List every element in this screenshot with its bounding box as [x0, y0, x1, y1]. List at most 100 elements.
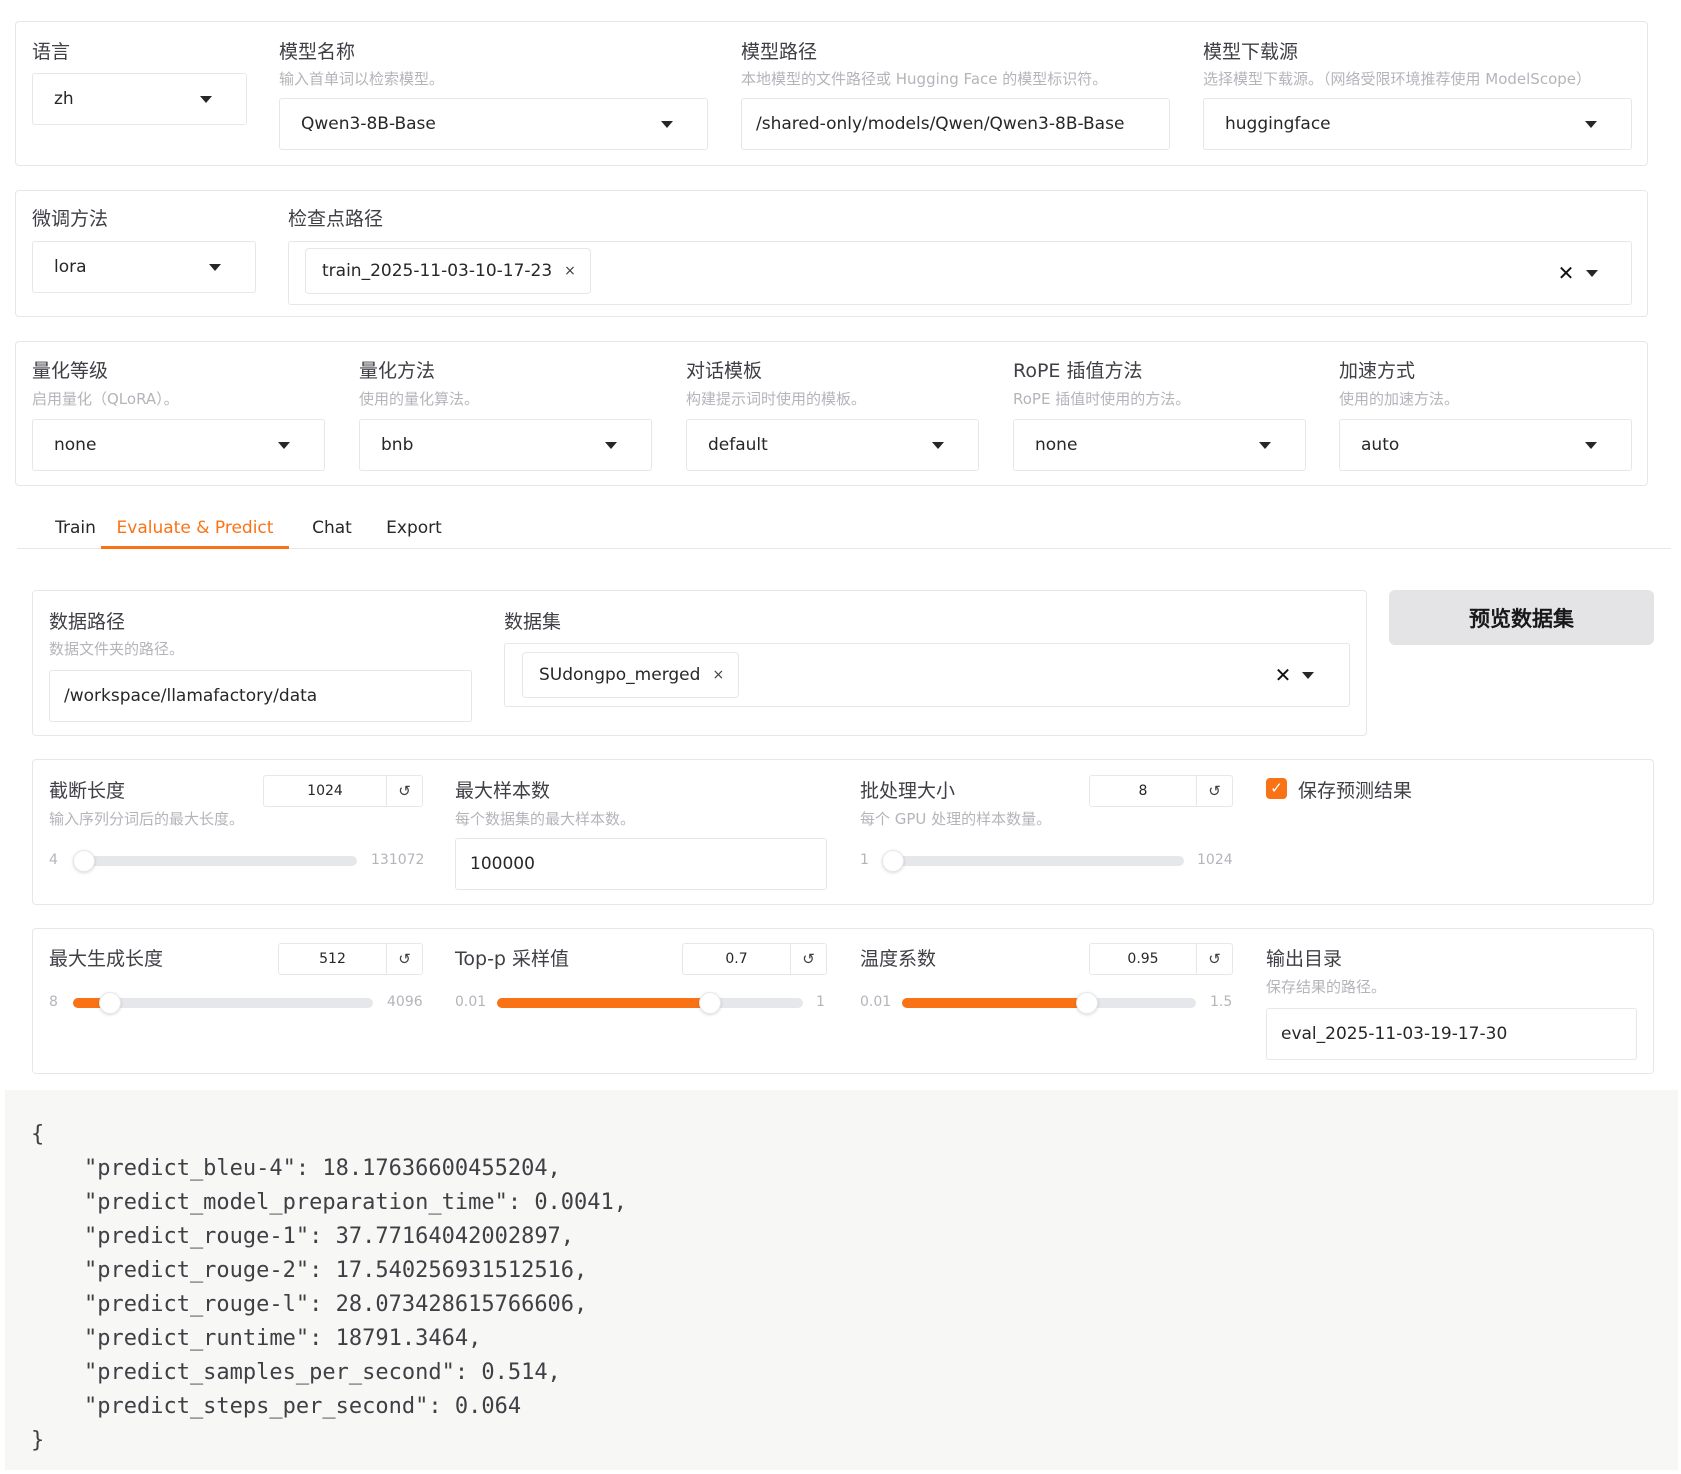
chevron-down-icon — [278, 442, 290, 449]
model-path-label: 模型路径 — [741, 41, 818, 63]
chip-remove-icon[interactable]: × — [564, 263, 576, 279]
reset-icon[interactable]: ↺ — [1196, 776, 1232, 806]
hub-info: 选择模型下载源。（网络受限环境推荐使用 ModelScope） — [1203, 70, 1592, 88]
chevron-down-icon[interactable] — [1586, 270, 1598, 277]
slider-thumb[interactable] — [98, 992, 121, 1014]
chevron-down-icon — [209, 264, 221, 271]
model-name-info: 输入首单词以检索模型。 — [279, 70, 445, 88]
batch-size-value[interactable]: 8 — [1090, 776, 1196, 806]
max-new-tokens-number: 512 ↺ — [278, 943, 423, 975]
rope-value: none — [1035, 435, 1078, 455]
checkpoint-chip-label: train_2025-11-03-10-17-23 — [322, 261, 553, 281]
slider-thumb[interactable] — [882, 850, 904, 872]
checkpoint-chip[interactable]: train_2025-11-03-10-17-23 × — [305, 248, 591, 294]
max-new-tokens-max: 4096 — [387, 994, 423, 1010]
chevron-down-icon — [661, 121, 673, 128]
quant-method-info: 使用的量化算法。 — [359, 390, 480, 408]
model-path-info: 本地模型的文件路径或 Hugging Face 的模型标识符。 — [741, 70, 1108, 88]
language-dropdown[interactable]: zh — [32, 73, 247, 125]
quant-bit-info: 启用量化（QLoRA）。 — [32, 390, 179, 408]
output-dir-input[interactable]: eval_2025-11-03-19-17-30 — [1266, 1008, 1637, 1060]
booster-label: 加速方式 — [1339, 360, 1416, 382]
temperature-min: 0.01 — [860, 994, 892, 1010]
language-label: 语言 — [32, 41, 71, 63]
top-p-value[interactable]: 0.7 — [683, 944, 790, 974]
cutoff-len-info: 输入序列分词后的最大长度。 — [49, 810, 245, 828]
clear-icon[interactable]: ✕ — [1553, 260, 1579, 286]
language-value: zh — [54, 89, 74, 109]
hub-dropdown[interactable]: huggingface — [1203, 98, 1632, 150]
finetune-method-value: lora — [54, 257, 87, 277]
finetune-method-dropdown[interactable]: lora — [32, 241, 256, 293]
max-samples-label: 最大样本数 — [455, 780, 551, 802]
temperature-label: 温度系数 — [860, 948, 937, 970]
batch-size-info: 每个 GPU 处理的样本数量。 — [860, 810, 1052, 828]
top-p-slider[interactable] — [497, 992, 803, 1014]
preview-dataset-button[interactable]: 预览数据集 — [1389, 590, 1654, 645]
batch-size-number: 8 ↺ — [1089, 775, 1233, 807]
reset-icon[interactable]: ↺ — [1196, 944, 1232, 974]
top-p-label: Top-p 采样值 — [455, 948, 570, 970]
reset-icon[interactable]: ↺ — [790, 944, 826, 974]
hub-value: huggingface — [1225, 114, 1331, 134]
quant-bit-dropdown[interactable]: none — [32, 419, 325, 471]
tab-export[interactable]: Export — [383, 500, 445, 549]
hub-label: 模型下载源 — [1203, 41, 1299, 63]
template-value: default — [708, 435, 768, 455]
batch-size-min: 1 — [860, 852, 869, 868]
temperature-value[interactable]: 0.95 — [1090, 944, 1196, 974]
temperature-number: 0.95 ↺ — [1089, 943, 1233, 975]
top-p-min: 0.01 — [455, 994, 487, 1010]
booster-value: auto — [1361, 435, 1400, 455]
rope-dropdown[interactable]: none — [1013, 419, 1306, 471]
model-path-input[interactable]: /shared-only/models/Qwen/Qwen3-8B-Base — [741, 98, 1170, 150]
dataset-chip-label: SUdongpo_merged — [539, 665, 701, 685]
slider-thumb[interactable] — [73, 850, 95, 872]
batch-size-label: 批处理大小 — [860, 780, 956, 802]
tab-chat[interactable]: Chat — [305, 500, 359, 549]
chevron-down-icon — [1585, 121, 1597, 128]
slider-fill — [497, 998, 711, 1008]
rope-info: RoPE 插值时使用的方法。 — [1013, 390, 1191, 408]
cutoff-len-slider[interactable] — [73, 850, 357, 872]
cutoff-len-max: 131072 — [371, 852, 425, 868]
batch-size-max: 1024 — [1197, 852, 1233, 868]
model-name-dropdown[interactable]: Qwen3-8B-Base — [279, 98, 708, 150]
max-new-tokens-slider[interactable] — [73, 992, 373, 1014]
max-new-tokens-label: 最大生成长度 — [49, 948, 164, 970]
clear-icon[interactable]: ✕ — [1270, 662, 1296, 688]
dataset-dir-label: 数据路径 — [49, 611, 126, 633]
model-name-value: Qwen3-8B-Base — [301, 114, 436, 134]
temperature-max: 1.5 — [1210, 994, 1233, 1010]
cutoff-len-value[interactable]: 1024 — [264, 776, 386, 806]
tab-evaluate-predict[interactable]: Evaluate & Predict — [101, 500, 289, 549]
reset-icon[interactable]: ↺ — [386, 776, 422, 806]
predict-label[interactable]: 保存预测结果 — [1298, 776, 1412, 803]
quant-bit-label: 量化等级 — [32, 360, 109, 382]
rope-label: RoPE 插值方法 — [1013, 360, 1143, 382]
chevron-down-icon — [605, 442, 617, 449]
template-dropdown[interactable]: default — [686, 419, 979, 471]
chip-remove-icon[interactable]: × — [712, 667, 724, 683]
finetune-method-label: 微调方法 — [32, 208, 109, 230]
dataset-dir-input[interactable]: /workspace/llamafactory/data — [49, 670, 472, 722]
predict-checkbox[interactable]: ✓ — [1266, 778, 1287, 799]
chevron-down-icon[interactable] — [1302, 672, 1314, 679]
template-label: 对话模板 — [686, 360, 763, 382]
temperature-slider[interactable] — [902, 992, 1196, 1014]
booster-dropdown[interactable]: auto — [1339, 419, 1632, 471]
cutoff-len-label: 截断长度 — [49, 780, 126, 802]
quant-method-dropdown[interactable]: bnb — [359, 419, 652, 471]
chevron-down-icon — [1585, 442, 1597, 449]
booster-info: 使用的加速方法。 — [1339, 390, 1460, 408]
model-name-label: 模型名称 — [279, 41, 356, 63]
dataset-dir-info: 数据文件夹的路径。 — [49, 640, 185, 658]
max-samples-input[interactable]: 100000 — [455, 838, 827, 890]
quant-method-label: 量化方法 — [359, 360, 436, 382]
dataset-chip[interactable]: SUdongpo_merged × — [522, 652, 740, 698]
batch-size-slider[interactable] — [882, 850, 1184, 872]
max-new-tokens-value[interactable]: 512 — [279, 944, 386, 974]
main-tabs: Train Evaluate & Predict Chat Export — [17, 500, 1671, 549]
dataset-label: 数据集 — [504, 611, 562, 633]
reset-icon[interactable]: ↺ — [386, 944, 422, 974]
